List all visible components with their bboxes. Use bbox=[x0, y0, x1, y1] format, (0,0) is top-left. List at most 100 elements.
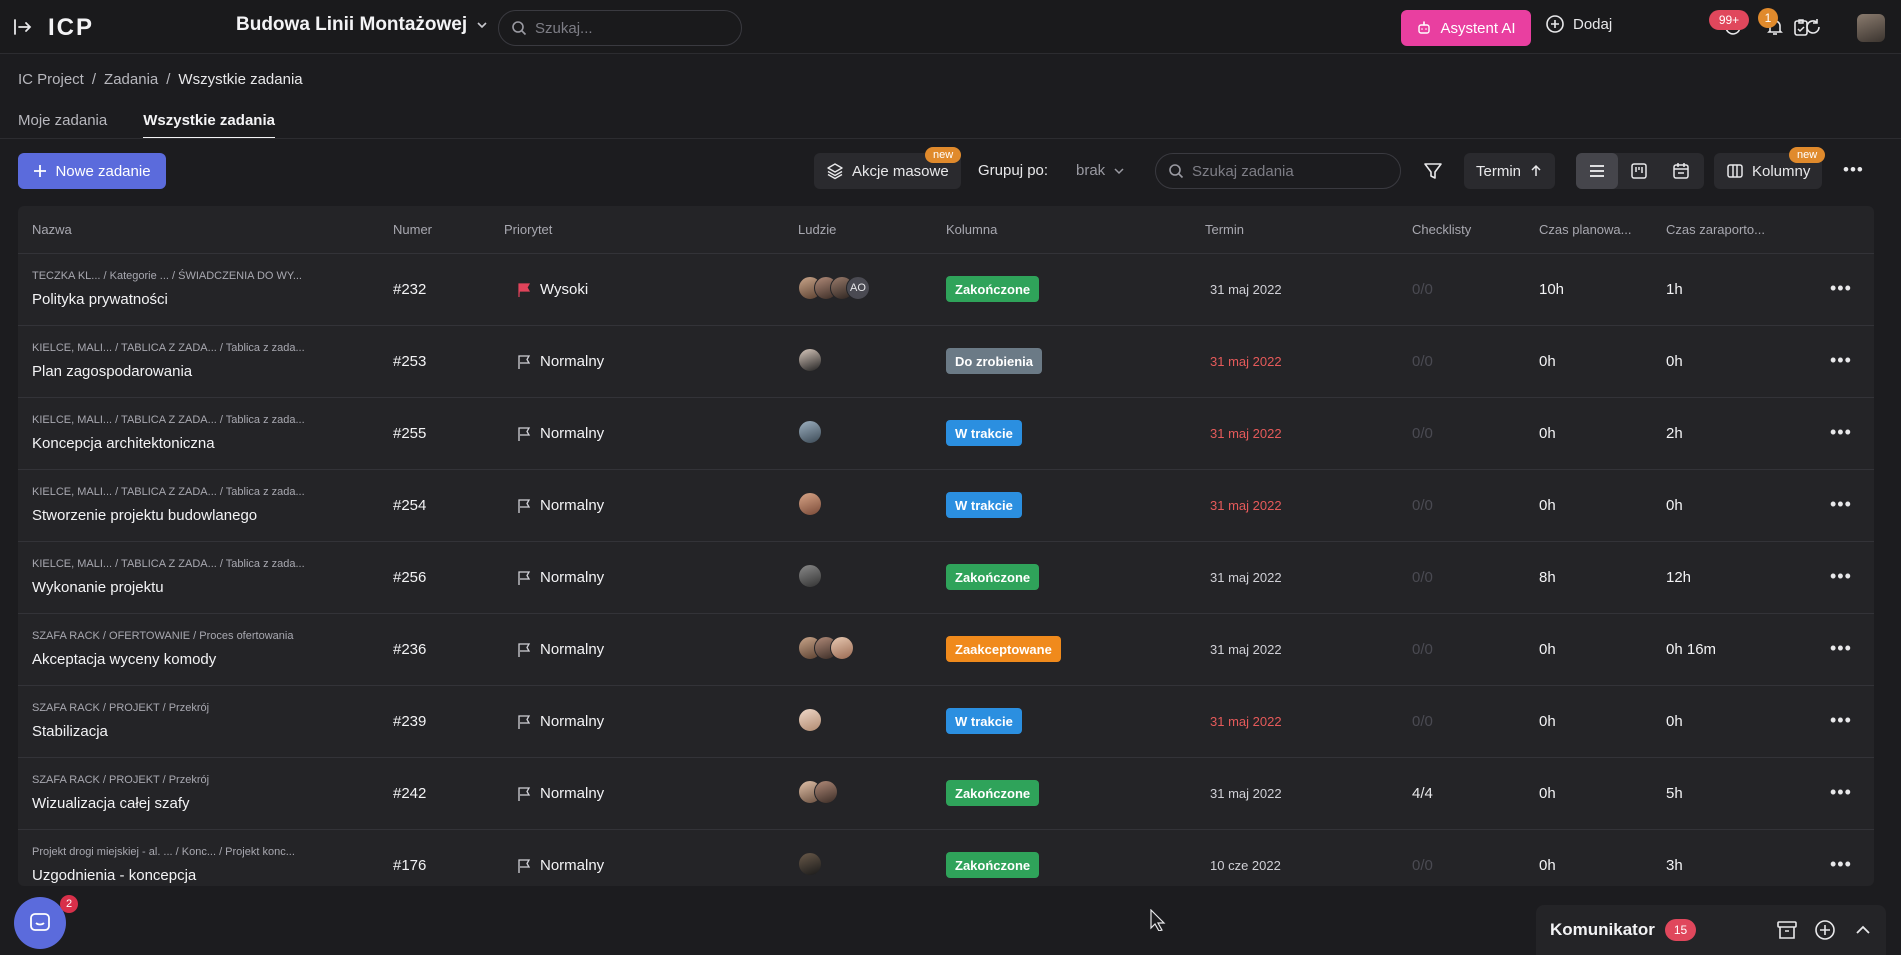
board-view-icon[interactable] bbox=[1618, 153, 1660, 189]
chevron-down-icon bbox=[477, 22, 487, 29]
table-row[interactable]: TECZKA KL... / Kategorie ... / ŚWIADCZEN… bbox=[18, 254, 1874, 326]
column-header-due[interactable]: Termin bbox=[1205, 222, 1244, 237]
task-name[interactable]: Akceptacja wyceny komody bbox=[32, 651, 216, 668]
row-more-icon[interactable]: ••• bbox=[1830, 494, 1852, 515]
chevron-down-icon bbox=[1114, 167, 1124, 174]
row-more-icon[interactable]: ••• bbox=[1830, 782, 1852, 803]
ai-assistant-button[interactable]: Asystent AI bbox=[1401, 10, 1531, 46]
sort-button[interactable]: Termin bbox=[1464, 153, 1556, 189]
task-name[interactable]: Plan zagospodarowania bbox=[32, 363, 192, 380]
list-view-icon[interactable] bbox=[1576, 153, 1618, 189]
checklist-count: 0/0 bbox=[1412, 857, 1433, 874]
table-row[interactable]: KIELCE, MALI... / TABLICA Z ZADA... / Ta… bbox=[18, 470, 1874, 542]
priority-cell[interactable]: Normalny bbox=[516, 353, 604, 370]
planned-time: 0h bbox=[1539, 785, 1556, 802]
support-chat-button[interactable] bbox=[14, 897, 66, 949]
add-button[interactable]: Dodaj bbox=[1545, 14, 1612, 34]
task-search-input[interactable]: Szukaj zadania bbox=[1155, 153, 1401, 189]
row-more-icon[interactable]: ••• bbox=[1830, 422, 1852, 443]
column-header-reported-time[interactable]: Czas zaraporto... bbox=[1666, 222, 1765, 237]
people-cell bbox=[798, 348, 822, 374]
archive-icon[interactable] bbox=[1776, 919, 1798, 945]
table-row[interactable]: KIELCE, MALI... / TABLICA Z ZADA... / Ta… bbox=[18, 542, 1874, 614]
project-name: Budowa Linii Montażowej bbox=[236, 14, 468, 35]
status-badge[interactable]: Zakończone bbox=[946, 780, 1040, 806]
priority-cell[interactable]: Normalny bbox=[516, 497, 604, 514]
collapse-sidebar-icon[interactable] bbox=[10, 14, 36, 40]
row-more-icon[interactable]: ••• bbox=[1830, 638, 1852, 659]
table-row[interactable]: KIELCE, MALI... / TABLICA Z ZADA... / Ta… bbox=[18, 398, 1874, 470]
chevron-up-icon[interactable] bbox=[1852, 919, 1874, 945]
table-row[interactable]: Projekt drogi miejskiej - al. ... / Konc… bbox=[18, 830, 1874, 886]
filter-icon[interactable] bbox=[1420, 158, 1446, 184]
priority-cell[interactable]: Normalny bbox=[516, 785, 604, 802]
komunikator-panel[interactable]: Komunikator 15 bbox=[1536, 905, 1886, 955]
avatar[interactable] bbox=[798, 492, 822, 516]
row-more-icon[interactable]: ••• bbox=[1830, 854, 1852, 875]
priority-cell[interactable]: Normalny bbox=[516, 857, 604, 874]
avatar[interactable] bbox=[798, 564, 822, 588]
tab-my-tasks[interactable]: Moje zadania bbox=[18, 112, 107, 139]
row-more-icon[interactable]: ••• bbox=[1830, 566, 1852, 587]
avatar[interactable] bbox=[798, 348, 822, 372]
tab-all-tasks[interactable]: Wszystkie zadania bbox=[143, 112, 275, 139]
table-row[interactable]: KIELCE, MALI... / TABLICA Z ZADA... / Ta… bbox=[18, 326, 1874, 398]
task-name[interactable]: Koncepcja architektoniczna bbox=[32, 435, 215, 452]
more-options-icon[interactable]: ••• bbox=[1843, 160, 1864, 180]
group-by-select[interactable]: brak bbox=[1076, 162, 1125, 179]
avatar[interactable] bbox=[814, 780, 838, 804]
due-date: 31 maj 2022 bbox=[1210, 426, 1282, 441]
status-badge[interactable]: W trakcie bbox=[946, 420, 1022, 446]
task-name[interactable]: Polityka prywatności bbox=[32, 291, 168, 308]
avatar[interactable] bbox=[798, 420, 822, 444]
avatar[interactable] bbox=[798, 708, 822, 732]
avatar[interactable] bbox=[830, 636, 854, 660]
table-row[interactable]: SZAFA RACK / OFERTOWANIE / Proces oferto… bbox=[18, 614, 1874, 686]
status-badge[interactable]: W trakcie bbox=[946, 492, 1022, 518]
avatar[interactable] bbox=[798, 852, 822, 876]
status-badge[interactable]: W trakcie bbox=[946, 708, 1022, 734]
column-header-planned-time[interactable]: Czas planowa... bbox=[1539, 222, 1632, 237]
column-header-number[interactable]: Numer bbox=[393, 222, 432, 237]
global-search-input[interactable]: Szukaj... bbox=[498, 10, 742, 46]
column-header-priority[interactable]: Priorytet bbox=[504, 222, 552, 237]
task-name[interactable]: Wizualizacja całej szafy bbox=[32, 795, 190, 812]
task-name[interactable]: Uzgodnienia - koncepcja bbox=[32, 867, 196, 884]
table-row[interactable]: SZAFA RACK / PROJEKT / Przekrój Stabiliz… bbox=[18, 686, 1874, 758]
column-header-name[interactable]: Nazwa bbox=[32, 222, 72, 237]
columns-label: Kolumny bbox=[1752, 162, 1811, 180]
task-name[interactable]: Stabilizacja bbox=[32, 723, 108, 740]
row-more-icon[interactable]: ••• bbox=[1830, 710, 1852, 731]
status-badge[interactable]: Zakończone bbox=[946, 564, 1040, 590]
column-header-column[interactable]: Kolumna bbox=[946, 222, 997, 237]
app-logo[interactable]: ICP bbox=[48, 14, 94, 42]
checklist-count: 0/0 bbox=[1412, 497, 1433, 514]
flag-icon bbox=[518, 426, 531, 441]
plus-circle-icon[interactable] bbox=[1814, 919, 1836, 945]
column-header-checklists[interactable]: Checklisty bbox=[1412, 222, 1471, 237]
user-avatar[interactable] bbox=[1857, 14, 1885, 42]
priority-cell[interactable]: Normalny bbox=[516, 641, 604, 658]
breadcrumb-section[interactable]: Zadania bbox=[104, 71, 158, 88]
priority-cell[interactable]: Normalny bbox=[516, 713, 604, 730]
calendar-view-icon[interactable] bbox=[1660, 153, 1702, 189]
row-more-icon[interactable]: ••• bbox=[1830, 350, 1852, 371]
task-name[interactable]: Wykonanie projektu bbox=[32, 579, 164, 596]
priority-cell[interactable]: Normalny bbox=[516, 569, 604, 586]
priority-cell[interactable]: Normalny bbox=[516, 425, 604, 442]
table-row[interactable]: SZAFA RACK / PROJEKT / Przekrój Wizualiz… bbox=[18, 758, 1874, 830]
flag-icon bbox=[518, 570, 531, 585]
status-badge[interactable]: Zaakceptowane bbox=[946, 636, 1061, 662]
clipboard-icon[interactable] bbox=[1788, 14, 1814, 40]
column-header-people[interactable]: Ludzie bbox=[798, 222, 836, 237]
task-name[interactable]: Stworzenie projektu budowlanego bbox=[32, 507, 257, 524]
priority-cell[interactable]: Wysoki bbox=[516, 281, 588, 298]
status-badge[interactable]: Do zrobienia bbox=[946, 348, 1043, 374]
status-badge[interactable]: Zakończone bbox=[946, 852, 1040, 878]
breadcrumb-root[interactable]: IC Project bbox=[18, 71, 84, 88]
project-selector[interactable]: Budowa Linii Montażowej bbox=[236, 14, 489, 36]
avatar[interactable]: AO bbox=[846, 276, 870, 300]
new-task-button[interactable]: Nowe zadanie bbox=[18, 153, 166, 189]
row-more-icon[interactable]: ••• bbox=[1830, 278, 1852, 299]
status-badge[interactable]: Zakończone bbox=[946, 276, 1040, 302]
